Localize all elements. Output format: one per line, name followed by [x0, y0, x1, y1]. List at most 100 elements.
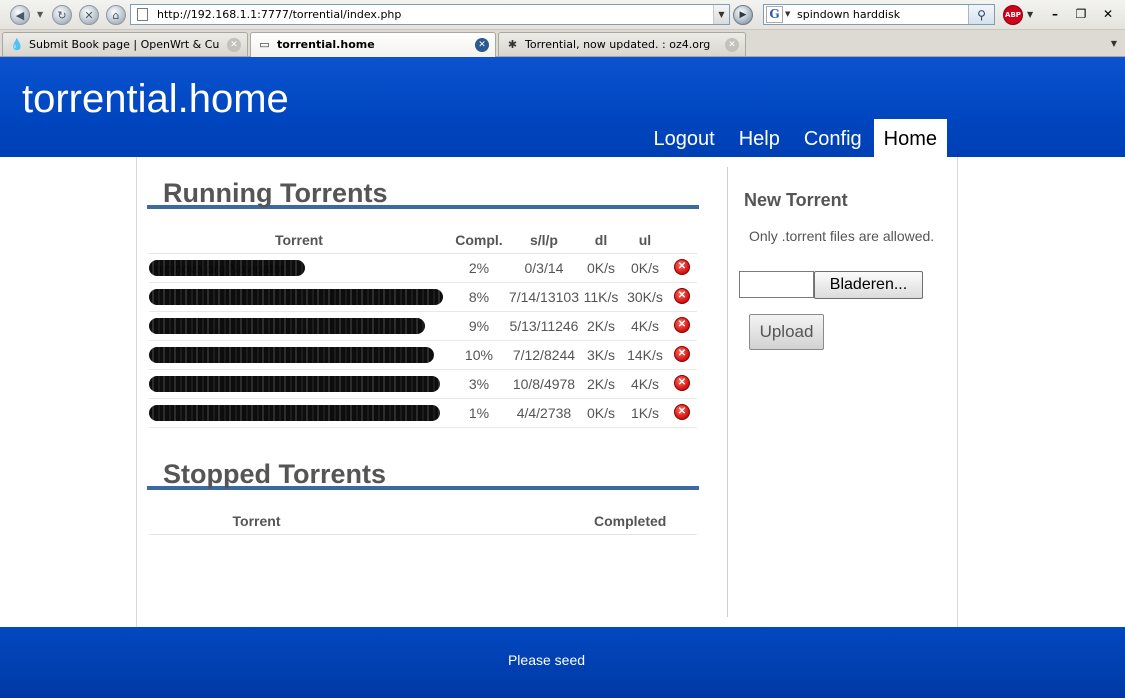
delete-icon[interactable]: ✕ — [673, 403, 690, 420]
redaction-scribble — [149, 375, 440, 392]
back-history-drop-icon[interactable]: ▼ — [37, 10, 43, 19]
tab-oz4[interactable]: ✱ Torrential, now updated. : oz4.org ✕ — [498, 32, 746, 56]
nav-config[interactable]: Config — [792, 119, 874, 157]
stopped-torrents-heading: Stopped Torrents — [147, 458, 699, 490]
footer-text: Please seed — [507, 652, 586, 668]
torrent-ul-cell: 4K/s — [622, 311, 667, 341]
nav-home[interactable]: Home — [873, 119, 947, 157]
main-column: Running Torrents Torrent Compl. s/l/p dl… — [147, 157, 699, 627]
site-header: torrential.home Logout Help Config Home — [0, 57, 1125, 157]
torrent-name-cell[interactable] — [149, 369, 449, 399]
delete-icon[interactable]: ✕ — [673, 287, 690, 304]
delete-icon[interactable]: ✕ — [673, 374, 690, 391]
url-text: http://192.168.1.1:7777/torrential/index… — [157, 8, 402, 21]
restore-icon[interactable]: ❐ — [1071, 5, 1091, 23]
upload-button[interactable]: Upload — [749, 314, 824, 350]
torrent-name-cell[interactable] — [149, 398, 449, 428]
file-path-input[interactable] — [739, 271, 814, 298]
column-header — [666, 228, 697, 254]
column-header: Torrent — [149, 509, 364, 535]
new-torrent-title: New Torrent — [744, 190, 848, 210]
nav-logout[interactable]: Logout — [642, 119, 727, 157]
torrent-slp-cell: 5/13/11246 — [508, 311, 579, 341]
tab-bar: 💧 Submit Book page | OpenWrt & Custo... … — [0, 30, 1125, 57]
torrent-name-cell[interactable] — [149, 340, 449, 370]
tab-label: torrential.home — [277, 38, 375, 51]
torrent-slp-cell: 10/8/4978 — [508, 369, 579, 399]
torrent-slp-cell: 7/12/8244 — [508, 340, 579, 370]
delete-icon[interactable]: ✕ — [673, 316, 690, 333]
torrent-name-cell[interactable] — [149, 311, 449, 341]
home-icon[interactable]: ⌂ — [106, 5, 126, 25]
column-header: Compl. — [448, 228, 509, 254]
address-bar[interactable]: http://192.168.1.1:7777/torrential/index… — [130, 4, 730, 25]
torrent-compl-cell: 3% — [448, 369, 509, 399]
running-torrents-heading: Running Torrents — [147, 177, 699, 209]
adblock-dropdown-icon[interactable]: ▼ — [1027, 10, 1033, 19]
redaction-scribble — [149, 346, 434, 363]
nav-help[interactable]: Help — [727, 119, 792, 157]
torrent-name-cell[interactable] — [149, 282, 449, 312]
column-header: s/l/p — [508, 228, 579, 254]
tab-label: Submit Book page | OpenWrt & Custo... — [29, 38, 219, 51]
tab-label: Torrential, now updated. : oz4.org — [525, 38, 711, 51]
table-row: 3% 10/8/4978 2K/s 4K/s ✕ — [149, 369, 697, 399]
google-icon[interactable]: G — [766, 6, 783, 23]
column-header: Torrent — [149, 228, 449, 254]
delete-icon[interactable]: ✕ — [673, 258, 690, 275]
back-icon[interactable]: ◀ — [10, 5, 30, 25]
torrent-ul-cell: 30K/s — [622, 282, 667, 312]
engine-dropdown-icon[interactable]: ▼ — [785, 10, 790, 18]
torrent-dl-cell: 0K/s — [579, 253, 623, 283]
column-divider — [727, 167, 728, 617]
column-header: Completed — [594, 509, 697, 535]
page-icon: ▭ — [259, 38, 270, 51]
section-title: Stopped Torrents — [163, 459, 387, 489]
torrent-name-cell[interactable]: mininova.org Navigator — [149, 253, 449, 283]
column-header: dl — [579, 228, 623, 254]
torrent-ul-cell: 4K/s — [622, 369, 667, 399]
torrent-ul-cell: 1K/s — [622, 398, 667, 428]
tab-submit-book[interactable]: 💧 Submit Book page | OpenWrt & Custo... … — [2, 32, 248, 56]
close-tab-icon[interactable]: ✕ — [725, 38, 739, 52]
table-row: mininova.org Navigator2%0/3/140K/s0K/s✕ — [149, 253, 697, 283]
delete-cell: ✕ — [666, 340, 697, 370]
torrent-compl-cell: 9% — [448, 311, 509, 341]
torrent-dl-cell: 2K/s — [579, 311, 623, 341]
delete-cell: ✕ — [666, 369, 697, 399]
minimize-icon[interactable]: – — [1045, 5, 1065, 23]
browse-button[interactable]: Bladeren... — [814, 271, 923, 299]
search-icon[interactable]: ⚲ — [968, 5, 994, 24]
torrent-ul-cell: 0K/s — [622, 253, 667, 283]
table-row: 9% 5/13/11246 2K/s 4K/s ✕ — [149, 311, 697, 341]
torrent-compl-cell: 1% — [448, 398, 509, 428]
torrent-ul-cell: 14K/s — [622, 340, 667, 370]
close-window-icon[interactable]: ✕ — [1098, 5, 1118, 23]
running-torrents-table: Torrent Compl. s/l/p dl ul mininova.org … — [149, 228, 697, 428]
torrent-compl-cell: 8% — [448, 282, 509, 312]
search-input[interactable]: spindown harddisk — [797, 8, 900, 21]
file-type-note: Only .torrent files are allowed. — [749, 228, 935, 244]
close-tab-icon[interactable]: ✕ — [227, 38, 241, 52]
running-torrents-body: mininova.org Navigator2%0/3/140K/s0K/s✕8… — [149, 253, 697, 428]
browser-toolbar: ◀ ▼ ↻ ✕ ⌂ http://192.168.1.1:7777/torren… — [0, 0, 1125, 30]
address-dropdown-icon[interactable]: ▼ — [713, 5, 729, 24]
stopped-torrents-table: Torrent Completed — [149, 509, 697, 535]
delete-cell: ✕ — [666, 398, 697, 428]
go-icon[interactable]: ▶ — [733, 5, 753, 25]
tab-list-icon[interactable]: ▼ — [1105, 34, 1123, 54]
site-title: torrential.home — [22, 77, 289, 121]
redaction-scribble — [149, 288, 443, 305]
adblock-icon[interactable]: ABP — [1003, 5, 1023, 25]
reload-icon[interactable]: ↻ — [52, 5, 72, 25]
close-tab-icon[interactable]: ✕ — [475, 38, 489, 52]
table-row: 8% 7/14/13103 11K/s 30K/s ✕ — [149, 282, 697, 312]
delete-icon[interactable]: ✕ — [673, 345, 690, 362]
search-bar[interactable]: G ▼ spindown harddisk ⚲ — [763, 4, 995, 25]
redaction-scribble — [149, 404, 440, 421]
stop-icon[interactable]: ✕ — [79, 5, 99, 25]
tab-torrential-home[interactable]: ▭ torrential.home ✕ — [250, 32, 496, 57]
table-row: 10% 7/12/8244 3K/s 14K/s ✕ — [149, 340, 697, 370]
redaction-scribble — [149, 317, 425, 334]
redaction-scribble — [149, 259, 305, 276]
